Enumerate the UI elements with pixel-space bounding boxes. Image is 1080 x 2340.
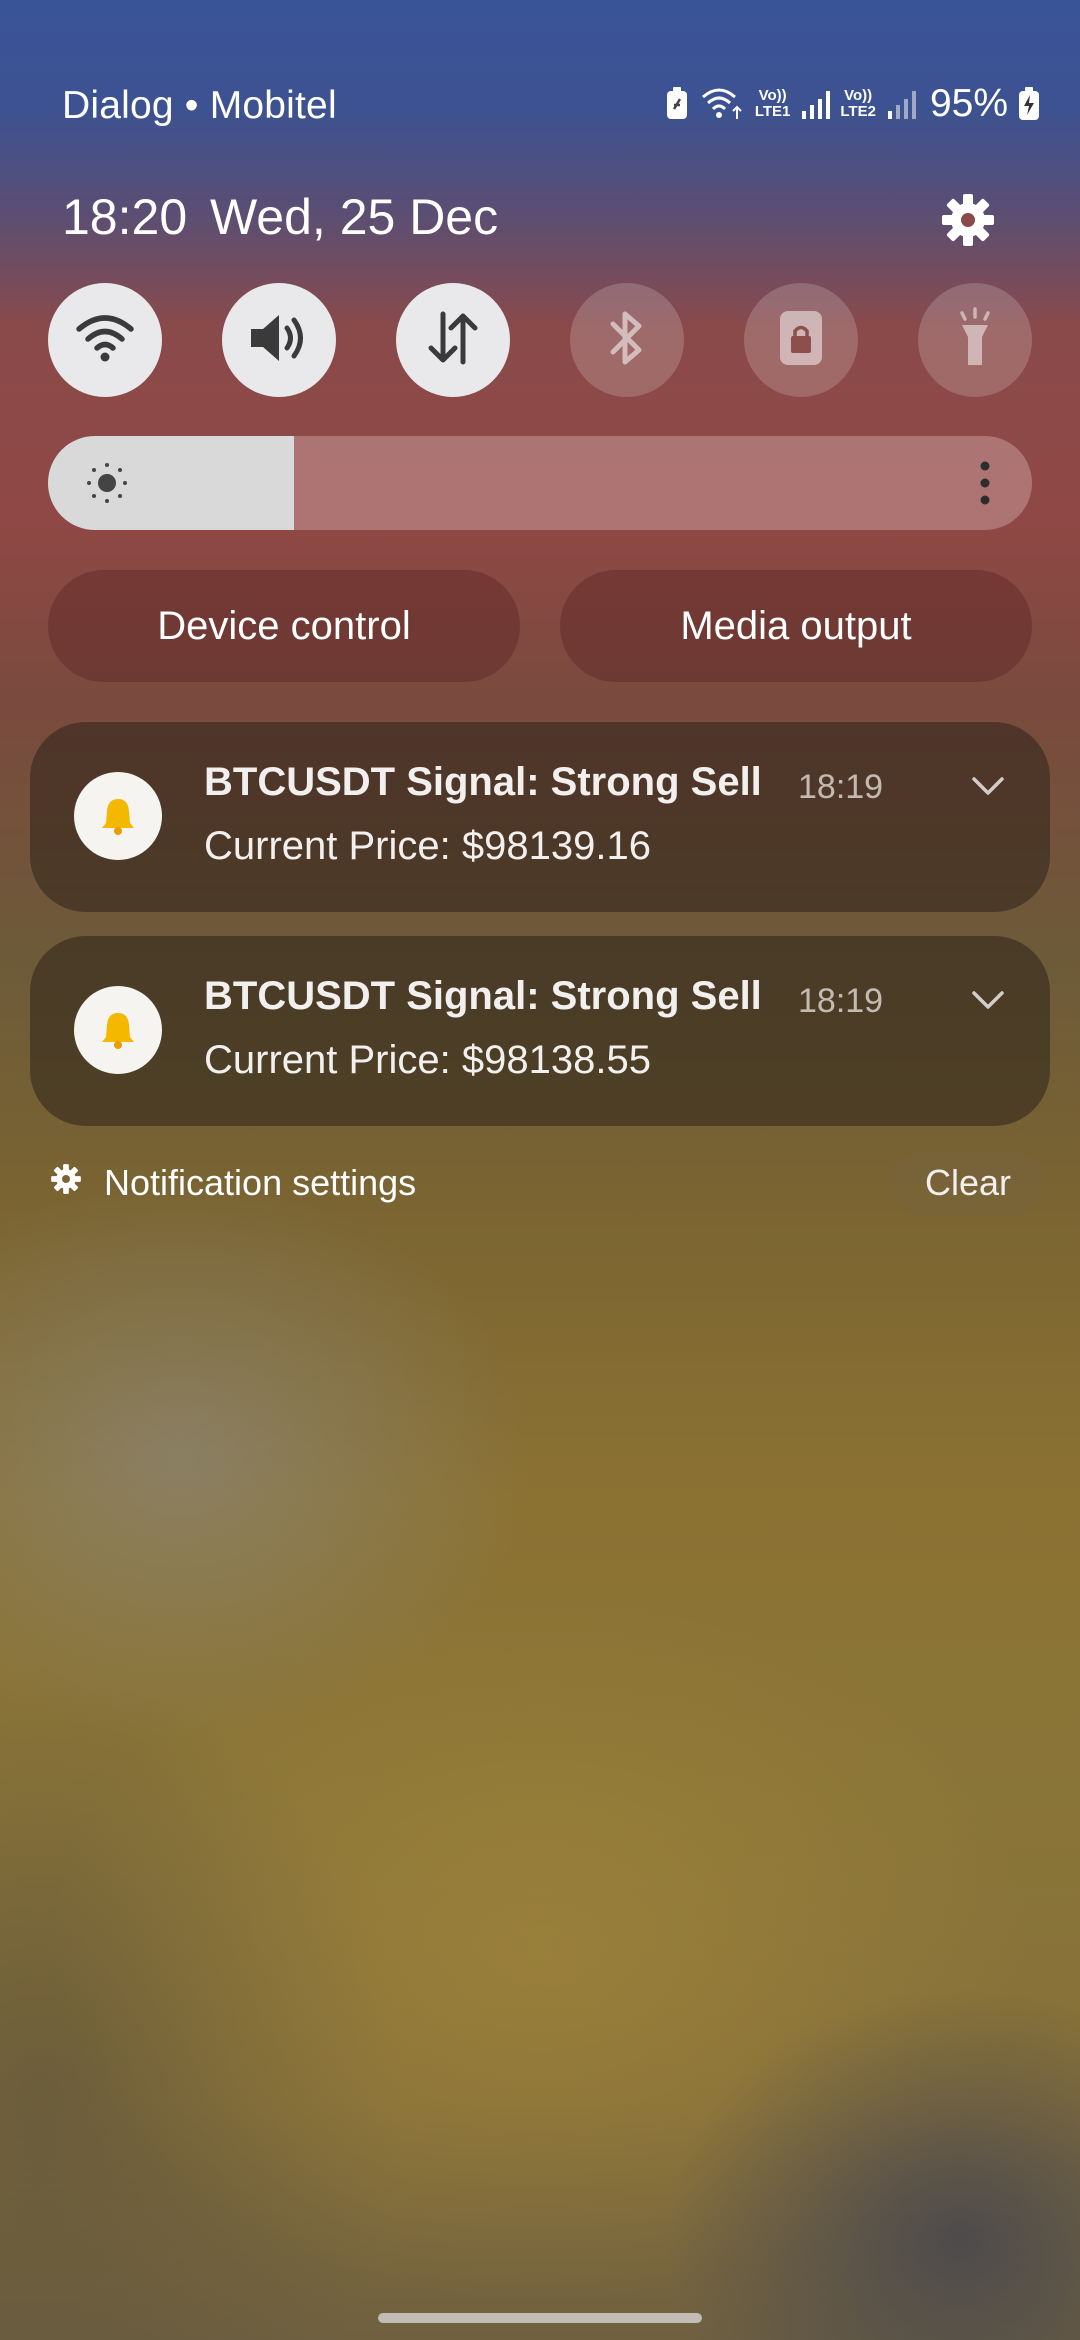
notification-title: BTCUSDT Signal: Strong Sell: [204, 760, 762, 804]
home-indicator[interactable]: [378, 2313, 702, 2323]
device-control-button[interactable]: Device control: [48, 570, 520, 682]
flashlight-tile[interactable]: [918, 283, 1032, 397]
date[interactable]: Wed, 25 Dec: [210, 188, 498, 246]
bell-icon: [74, 986, 162, 1074]
status-bar: Dialog • Mobitel Vo)) LTE1 Vo)) LTE2 95%: [0, 78, 1080, 142]
sound-tile[interactable]: [222, 283, 336, 397]
mobile-data-tile[interactable]: [396, 283, 510, 397]
chevron-down-icon[interactable]: [970, 988, 1006, 1012]
brightness-sun-icon: [82, 458, 132, 508]
notification-settings-label: Notification settings: [104, 1162, 417, 1203]
carrier-name: Dialog • Mobitel: [62, 84, 337, 127]
wifi-tile[interactable]: [48, 283, 162, 397]
chevron-down-icon[interactable]: [970, 774, 1006, 798]
rotation-lock-tile[interactable]: [744, 283, 858, 397]
rotation-lock-icon: [776, 309, 826, 372]
notification-title: BTCUSDT Signal: Strong Sell: [204, 974, 762, 1018]
notification-time: 18:19: [798, 768, 884, 806]
battery-saver-icon: [665, 87, 689, 121]
speaker-icon: [247, 310, 311, 371]
sim2-volte-label: Vo)) LTE2: [840, 87, 876, 120]
brightness-slider[interactable]: [48, 436, 1032, 530]
media-output-button[interactable]: Media output: [560, 570, 1032, 682]
sim1-signal-icon: [800, 89, 831, 119]
settings-gear-icon[interactable]: [940, 192, 996, 248]
bluetooth-icon: [607, 308, 647, 373]
notification-body: Current Price: $98138.55: [204, 1038, 651, 1082]
settings-gear-icon: [50, 1162, 82, 1204]
wifi-calling-icon: [699, 87, 745, 121]
notification-body: Current Price: $98139.16: [204, 824, 651, 868]
notification-card[interactable]: BTCUSDT Signal: Strong Sell 18:19 Curren…: [30, 722, 1050, 912]
battery-percentage: 95%: [929, 82, 1008, 125]
battery-charging-icon: [1018, 87, 1040, 121]
notification-settings-link[interactable]: Notification settings: [50, 1158, 416, 1208]
clock[interactable]: 18:20: [62, 188, 187, 246]
more-options-icon[interactable]: [978, 458, 992, 508]
wifi-icon: [75, 313, 135, 368]
sim2-signal-icon: [886, 89, 916, 119]
notification-time: 18:19: [798, 982, 884, 1020]
flashlight-icon: [950, 306, 1000, 374]
bell-icon: [74, 772, 162, 860]
data-arrows-icon: [423, 308, 483, 373]
sim1-volte-label: Vo)) LTE1: [754, 87, 791, 120]
status-icons: Vo)) LTE1 Vo)) LTE2 95%: [665, 82, 1040, 126]
panel-header: 18:20 Wed, 25 Dec: [0, 180, 1080, 260]
notification-card[interactable]: BTCUSDT Signal: Strong Sell 18:19 Curren…: [30, 936, 1050, 1126]
clear-button[interactable]: Clear: [892, 1151, 1044, 1215]
quick-settings-tiles: [48, 283, 1034, 397]
bluetooth-tile[interactable]: [570, 283, 684, 397]
